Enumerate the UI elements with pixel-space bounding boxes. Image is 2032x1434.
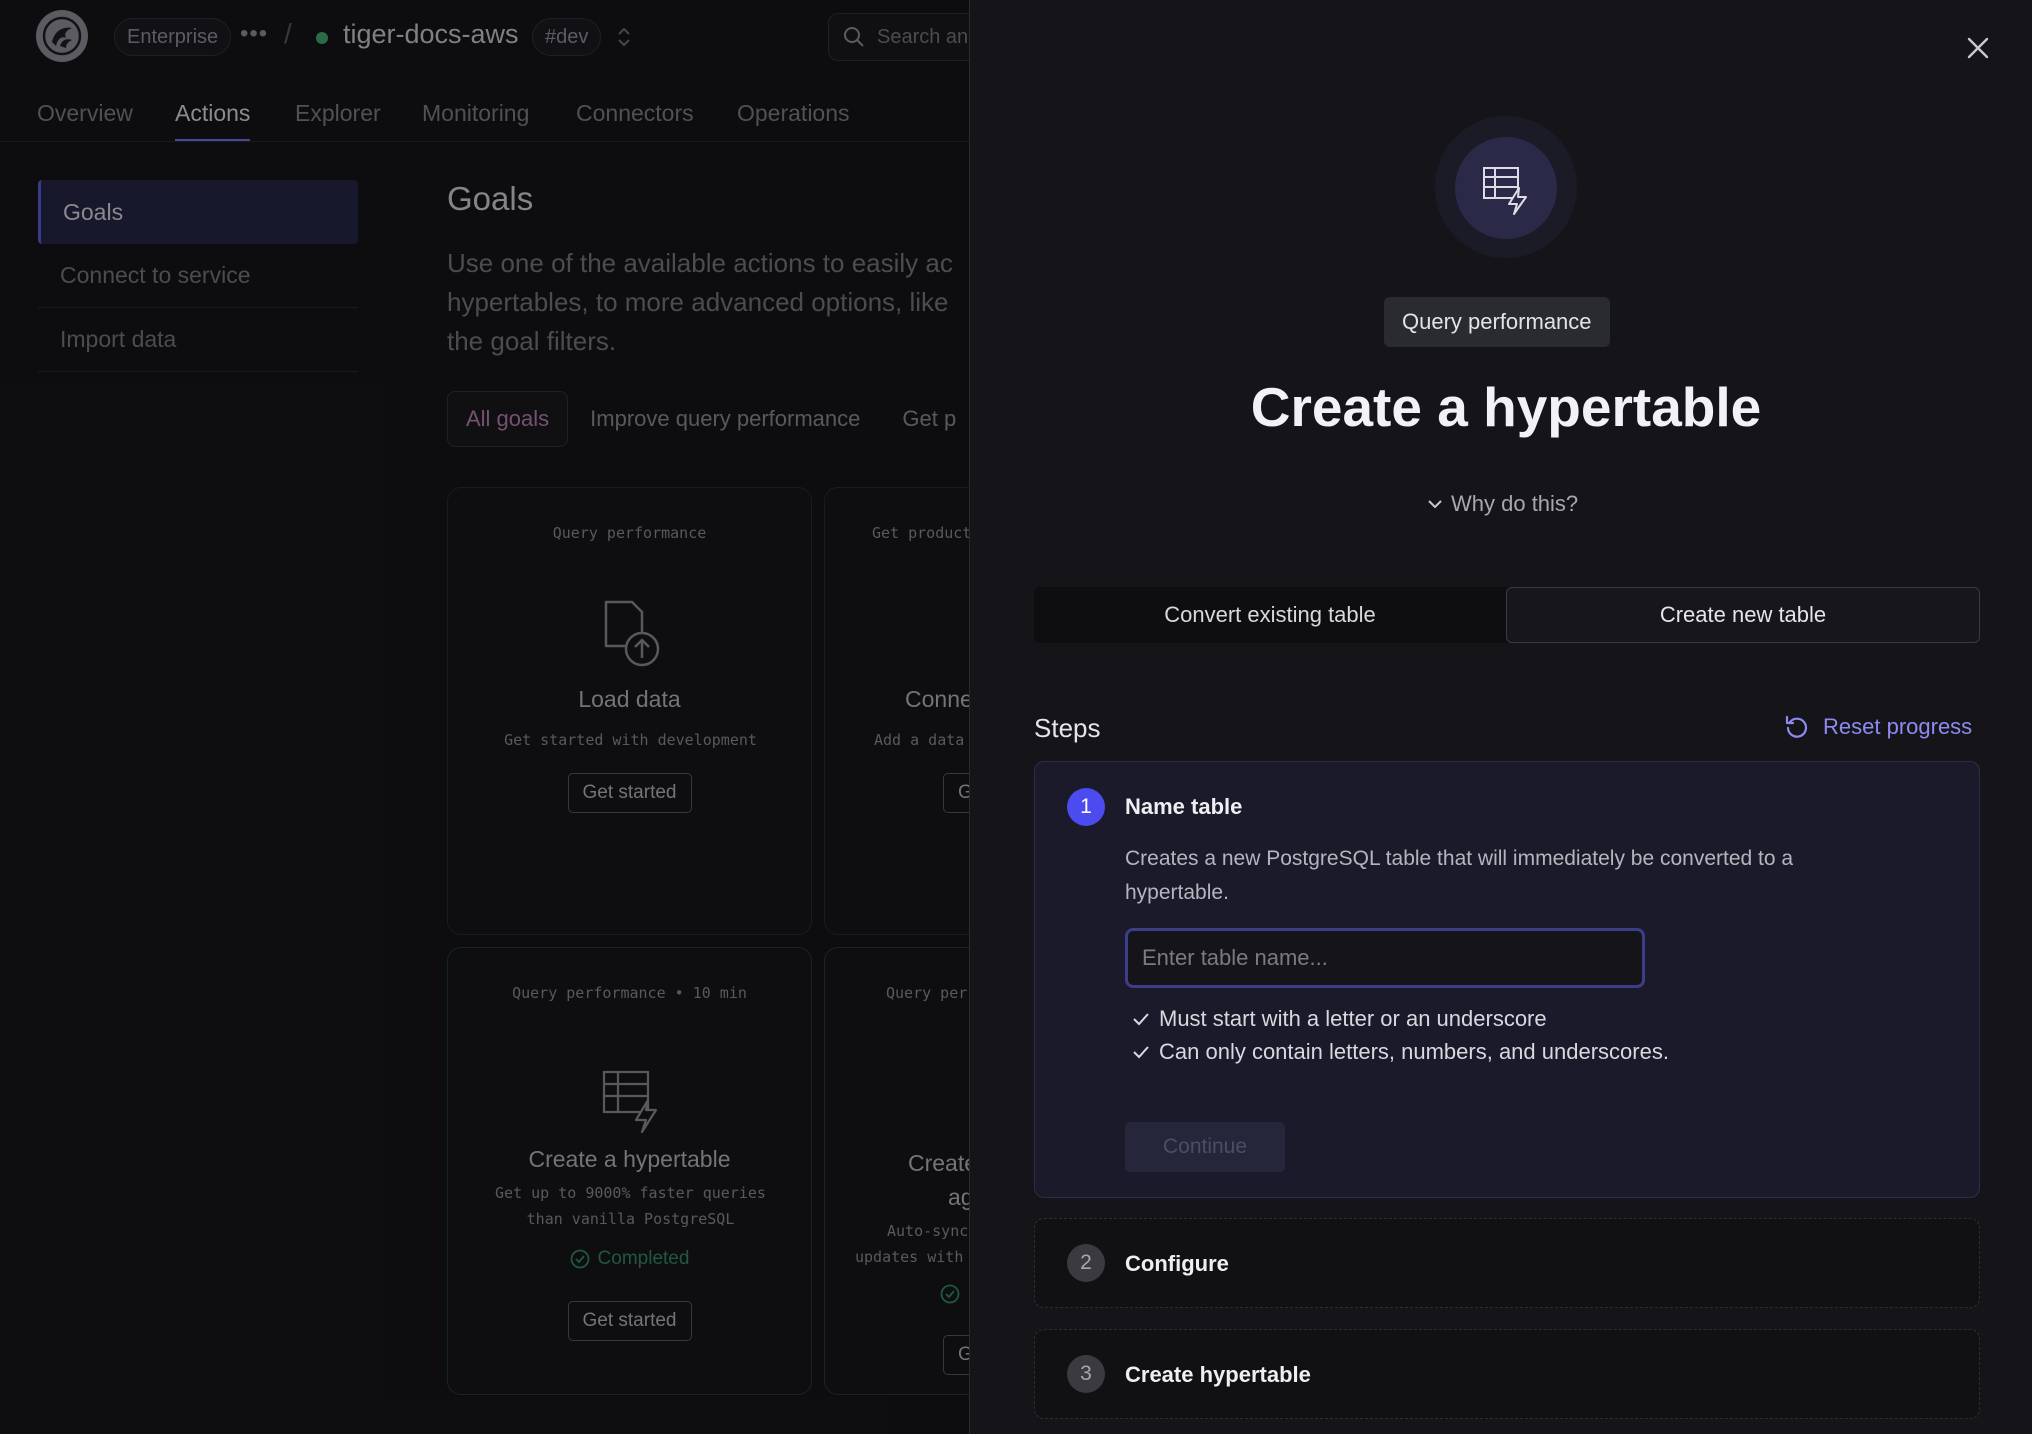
sidebar-item-connect[interactable]: Connect to service — [38, 244, 358, 308]
env-badge[interactable]: #dev — [532, 18, 602, 56]
check-circle-icon — [570, 1249, 589, 1269]
search-icon — [844, 27, 864, 47]
drawer-title: Create a hypertable — [1250, 376, 1762, 438]
step-create-hypertable[interactable]: 3 Create hypertable — [1034, 1329, 1980, 1419]
rule-item: Must start with a letter or an underscor… — [1131, 1002, 1669, 1035]
card-title: Create a hypertable — [528, 1146, 731, 1172]
completed-status: Completed — [448, 1248, 811, 1270]
service-status-dot — [316, 32, 328, 44]
description-line: than vanilla PostgreSQL — [526, 1210, 735, 1228]
step-configure[interactable]: 2 Configure — [1034, 1218, 1980, 1308]
description-line: Get up to 9000% faster queries — [495, 1184, 766, 1202]
why-label: Why do this? — [1451, 491, 1579, 516]
close-icon — [1967, 37, 1989, 59]
rule-item: Can only contain letters, numbers, and u… — [1131, 1035, 1669, 1068]
card-category: Query performance — [552, 524, 707, 542]
search-placeholder: Search an — [877, 25, 969, 48]
description-line: the goal filters. — [447, 326, 617, 356]
main-tabs: Overview Actions Explorer Monitoring Con… — [0, 90, 969, 142]
check-icon — [1133, 1012, 1149, 1025]
steps-heading: Steps — [1034, 713, 1101, 743]
tab-overview[interactable]: Overview — [37, 100, 133, 139]
upload-file-icon — [604, 600, 659, 667]
tab-actions[interactable]: Actions — [175, 100, 251, 141]
tab-monitoring[interactable]: Monitoring — [422, 100, 529, 139]
card-description: Get up to 9000% faster queries than vani… — [468, 1180, 793, 1232]
card-category: Query performance • 10 min — [512, 984, 747, 1002]
goal-filters: All goals Improve query performance Get … — [447, 391, 998, 447]
continue-button[interactable]: Continue — [1125, 1122, 1285, 1172]
step-name-table: 1 Name table Creates a new PostgreSQL ta… — [1034, 761, 1980, 1198]
more-icon[interactable]: ••• — [240, 20, 268, 48]
app-root: Enterprise ••• / tiger-docs-aws #dev Sea… — [0, 0, 2032, 1434]
reset-progress-button[interactable]: Reset progress — [1783, 713, 1972, 741]
status-label: Completed — [597, 1248, 690, 1269]
reset-icon — [1785, 715, 1808, 738]
chevron-down-icon — [1428, 500, 1442, 509]
validation-rules: Must start with a letter or an underscor… — [1131, 1002, 1669, 1068]
tab-explorer[interactable]: Explorer — [295, 100, 381, 139]
check-circle-icon — [940, 1284, 960, 1304]
reset-label: Reset progress — [1823, 714, 1973, 739]
get-started-button[interactable]: Get started — [567, 1301, 692, 1341]
page-title: Goals — [447, 180, 534, 217]
top-bar: Enterprise ••• / tiger-docs-aws #dev Sea… — [0, 0, 1028, 74]
filter-query-performance[interactable]: Improve query performance — [590, 406, 860, 432]
breadcrumb-separator: / — [284, 18, 292, 49]
segment-create-new[interactable]: Create new table — [1506, 587, 1980, 643]
card-title: Load data — [578, 686, 681, 712]
sidebar-item-import[interactable]: Import data — [38, 308, 358, 372]
hypertable-icon — [1483, 167, 1527, 215]
category-tag: Query performance — [1384, 297, 1610, 347]
hero-icon — [1455, 137, 1557, 239]
logo-icon[interactable] — [36, 10, 88, 62]
step-number: 1 — [1067, 788, 1105, 826]
step-number: 2 — [1067, 1244, 1105, 1282]
sidebar: Goals Connect to service Import data — [38, 180, 358, 372]
chevron-updown-icon[interactable] — [614, 24, 634, 50]
tab-operations[interactable]: Operations — [737, 100, 850, 139]
goal-card-create-hypertable[interactable]: Query performance • 10 min Create a hype… — [447, 947, 812, 1395]
rule-text: Can only contain letters, numbers, and u… — [1159, 1038, 1669, 1064]
page-description: Use one of the available actions to easi… — [447, 244, 1007, 361]
card-description: Get started with development — [504, 731, 757, 749]
step-title: Name table — [1125, 794, 1243, 819]
filter-all-goals[interactable]: All goals — [447, 391, 569, 447]
check-icon — [1133, 1045, 1149, 1058]
step-title: Create hypertable — [1125, 1362, 1311, 1387]
get-started-button[interactable]: Get started — [567, 773, 692, 813]
table-mode-toggle: Convert existing table Create new table — [1034, 587, 1980, 643]
table-name-input[interactable] — [1125, 928, 1645, 988]
org-badge[interactable]: Enterprise — [114, 18, 232, 56]
filter-get-p[interactable]: Get p — [902, 406, 956, 432]
service-name[interactable]: tiger-docs-aws — [343, 19, 519, 50]
description-line: hypertables, to more advanced options, l… — [447, 287, 949, 317]
hypertable-icon — [602, 1070, 657, 1134]
step-title: Configure — [1125, 1251, 1229, 1276]
segment-convert-existing[interactable]: Convert existing table — [1034, 587, 1506, 643]
step-description: Creates a new PostgreSQL table that will… — [1125, 847, 1794, 904]
why-do-this-toggle[interactable]: Why do this? — [1425, 491, 1578, 517]
goals-section: Goals Use one of the available actions t… — [447, 180, 1007, 361]
close-button[interactable] — [1960, 30, 1996, 66]
sidebar-item-goals[interactable]: Goals — [38, 180, 358, 244]
tab-connectors[interactable]: Connectors — [576, 100, 694, 139]
description-line: Use one of the available actions to easi… — [447, 248, 953, 278]
step-number: 3 — [1067, 1355, 1105, 1393]
rule-text: Must start with a letter or an underscor… — [1159, 1005, 1547, 1031]
goal-card-load-data[interactable]: Query performance Load data Get started … — [447, 487, 812, 935]
